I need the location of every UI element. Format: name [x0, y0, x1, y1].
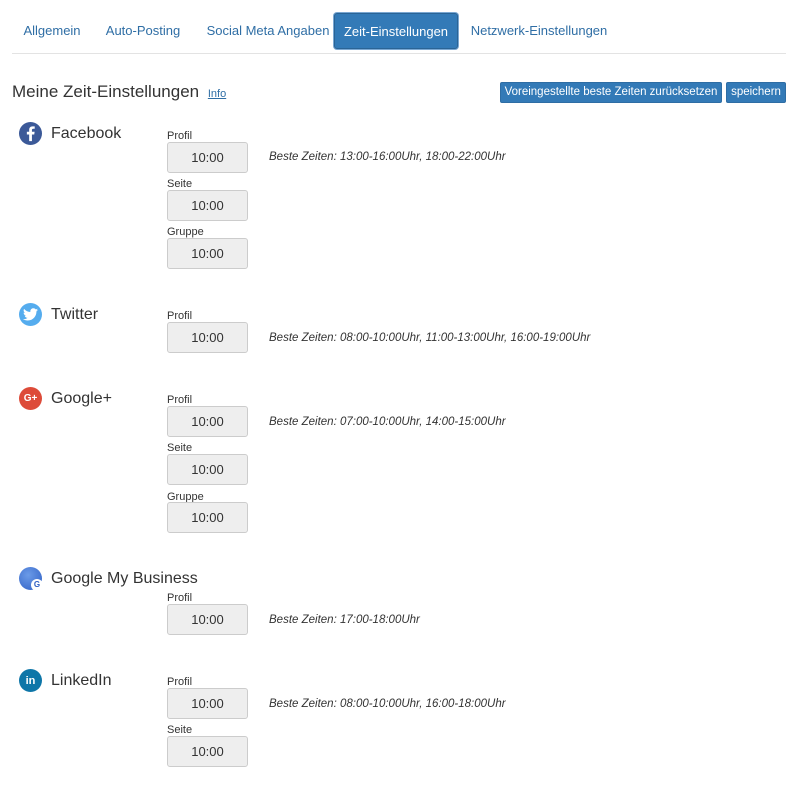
- time-input-profil[interactable]: 10:00: [167, 142, 248, 173]
- tab-allgemein[interactable]: Allgemein: [12, 13, 92, 49]
- tab-social-meta[interactable]: Social Meta Angaben: [196, 13, 340, 49]
- time-input-profil[interactable]: 10:00: [167, 322, 248, 353]
- reset-best-times-button[interactable]: Voreingestellte beste Zeiten zurücksetze…: [500, 82, 722, 103]
- page-title: Meine Zeit-Einstellungen Info: [12, 82, 226, 102]
- google-plus-icon: G+: [19, 387, 42, 410]
- field-label-seite: Seite: [167, 178, 193, 190]
- network-name: Google My Business: [51, 570, 198, 587]
- field-label-profil: Profil: [167, 394, 193, 406]
- info-link[interactable]: Info: [208, 88, 226, 100]
- field-label-profil: Profil: [167, 676, 193, 688]
- twitter-icon: [19, 303, 42, 326]
- field-label-seite: Seite: [167, 724, 193, 736]
- tab-bar: Allgemein Auto-Posting Social Meta Angab…: [12, 12, 786, 54]
- time-input-seite[interactable]: 10:00: [167, 736, 248, 767]
- tab-zeit-einstellungen[interactable]: Zeit-Einstellungen: [334, 13, 458, 49]
- time-input-gruppe[interactable]: 10:00: [167, 502, 248, 533]
- tab-netzwerk-einstellungen[interactable]: Netzwerk-Einstellungen: [464, 13, 614, 49]
- field-label-profil: Profil: [167, 310, 193, 322]
- network-name: Google+: [51, 390, 112, 407]
- network-name: Twitter: [51, 306, 99, 323]
- best-times-text: Beste Zeiten: 17:00-18:00Uhr: [269, 614, 420, 626]
- field-label-gruppe: Gruppe: [167, 226, 204, 238]
- tab-auto-posting[interactable]: Auto-Posting: [94, 13, 192, 49]
- network-name: Facebook: [51, 125, 122, 142]
- time-input-profil[interactable]: 10:00: [167, 604, 248, 635]
- linkedin-icon: in: [19, 669, 42, 692]
- best-times-text: Beste Zeiten: 08:00-10:00Uhr, 11:00-13:0…: [269, 332, 591, 344]
- time-input-seite[interactable]: 10:00: [167, 454, 248, 485]
- time-input-profil[interactable]: 10:00: [167, 688, 248, 719]
- field-label-profil: Profil: [167, 130, 193, 142]
- network-name: LinkedIn: [51, 672, 112, 689]
- field-label-profil: Profil: [167, 592, 193, 604]
- best-times-text: Beste Zeiten: 13:00-16:00Uhr, 18:00-22:0…: [269, 151, 506, 163]
- time-input-seite[interactable]: 10:00: [167, 190, 248, 221]
- page-title-text: Meine Zeit-Einstellungen: [12, 82, 200, 101]
- google-my-business-icon: G: [19, 567, 43, 591]
- time-input-profil[interactable]: 10:00: [167, 406, 248, 437]
- time-input-gruppe[interactable]: 10:00: [167, 238, 248, 269]
- field-label-seite: Seite: [167, 442, 193, 454]
- best-times-text: Beste Zeiten: 07:00-10:00Uhr, 14:00-15:0…: [269, 416, 506, 428]
- facebook-icon: [19, 122, 42, 145]
- save-button[interactable]: speichern: [726, 82, 786, 103]
- best-times-text: Beste Zeiten: 08:00-10:00Uhr, 16:00-18:0…: [269, 698, 506, 710]
